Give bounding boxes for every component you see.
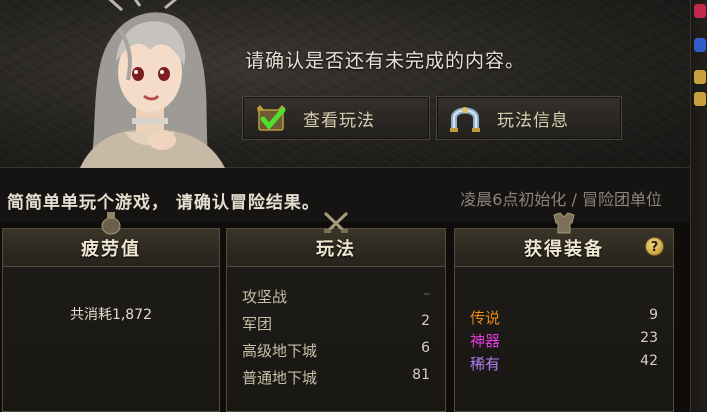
npc-portrait (80, 0, 225, 168)
mode-value: – (423, 286, 430, 302)
adventure-summary-window: 请确认是否还有未完成的内容。 查看玩法 玩法信息 简简单单玩个游戏， 请确认冒险… (0, 0, 707, 412)
rare-label: 稀有 (470, 355, 501, 373)
potion-icon (101, 212, 121, 235)
confirm-message: 请确认是否还有未完成的内容。 (245, 50, 526, 72)
equipment-list: 传说 9 神器 23 稀有 42 (470, 307, 658, 376)
fatigue-total: 共消耗1,872 (69, 307, 153, 323)
list-item: 高级地下城 6 (242, 340, 430, 367)
fatigue-panel: 疲劳值 共消耗1,872 (2, 212, 220, 412)
armor-icon (553, 212, 575, 234)
gem-icon (694, 70, 706, 84)
view-modes-button[interactable]: 查看玩法 (242, 96, 430, 140)
gem-icon (694, 4, 706, 18)
mode-label: 普通地下城 (242, 369, 318, 387)
epic-count: 23 (640, 330, 658, 346)
equipment-title: 获得装备 (524, 238, 604, 260)
mode-label: 攻坚战 (242, 288, 288, 306)
help-icon[interactable]: ? (645, 237, 664, 256)
check-icon (253, 101, 289, 135)
mode-value: 81 (412, 367, 430, 383)
list-item: 攻坚战 – (242, 286, 430, 313)
gem-icon (694, 92, 706, 106)
list-item: 传说 9 (470, 307, 658, 330)
right-edge-strip (690, 0, 707, 412)
epic-label: 神器 (470, 332, 501, 350)
top-banner: 请确认是否还有未完成的内容。 查看玩法 玩法信息 (0, 0, 690, 168)
equipment-panel: 获得装备 ? 传说 9 神器 23 稀有 42 (454, 212, 674, 412)
view-modes-label: 查看玩法 (303, 110, 375, 131)
list-item: 神器 23 (470, 330, 658, 353)
legendary-count: 9 (649, 307, 658, 323)
mode-value: 2 (421, 313, 430, 329)
rare-count: 42 (640, 353, 658, 369)
gem-icon (694, 38, 706, 52)
modes-panel: 玩法 攻坚战 – 军团 2 高级地下城 6 普通地下城 81 (226, 211, 446, 412)
horseshoe-icon (447, 101, 483, 135)
reset-info-text: 凌晨6点初始化 / 冒险团单位 (460, 190, 662, 209)
list-item: 军团 2 (242, 313, 430, 340)
modes-title: 玩法 (316, 238, 356, 260)
list-item: 普通地下城 81 (242, 367, 430, 394)
modes-list: 攻坚战 – 军团 2 高级地下城 6 普通地下城 81 (242, 286, 430, 394)
subheader-text: 简简单单玩个游戏， 请确认冒险结果。 (7, 193, 320, 213)
fatigue-title: 疲劳值 (81, 238, 141, 260)
mode-info-button[interactable]: 玩法信息 (436, 96, 622, 140)
mode-label: 高级地下城 (242, 342, 318, 360)
mode-value: 6 (421, 340, 430, 356)
legendary-label: 传说 (470, 309, 501, 327)
crossed-swords-icon (323, 211, 349, 233)
mode-label: 军团 (242, 315, 273, 333)
mode-info-label: 玩法信息 (497, 110, 569, 131)
list-item: 稀有 42 (470, 353, 658, 376)
